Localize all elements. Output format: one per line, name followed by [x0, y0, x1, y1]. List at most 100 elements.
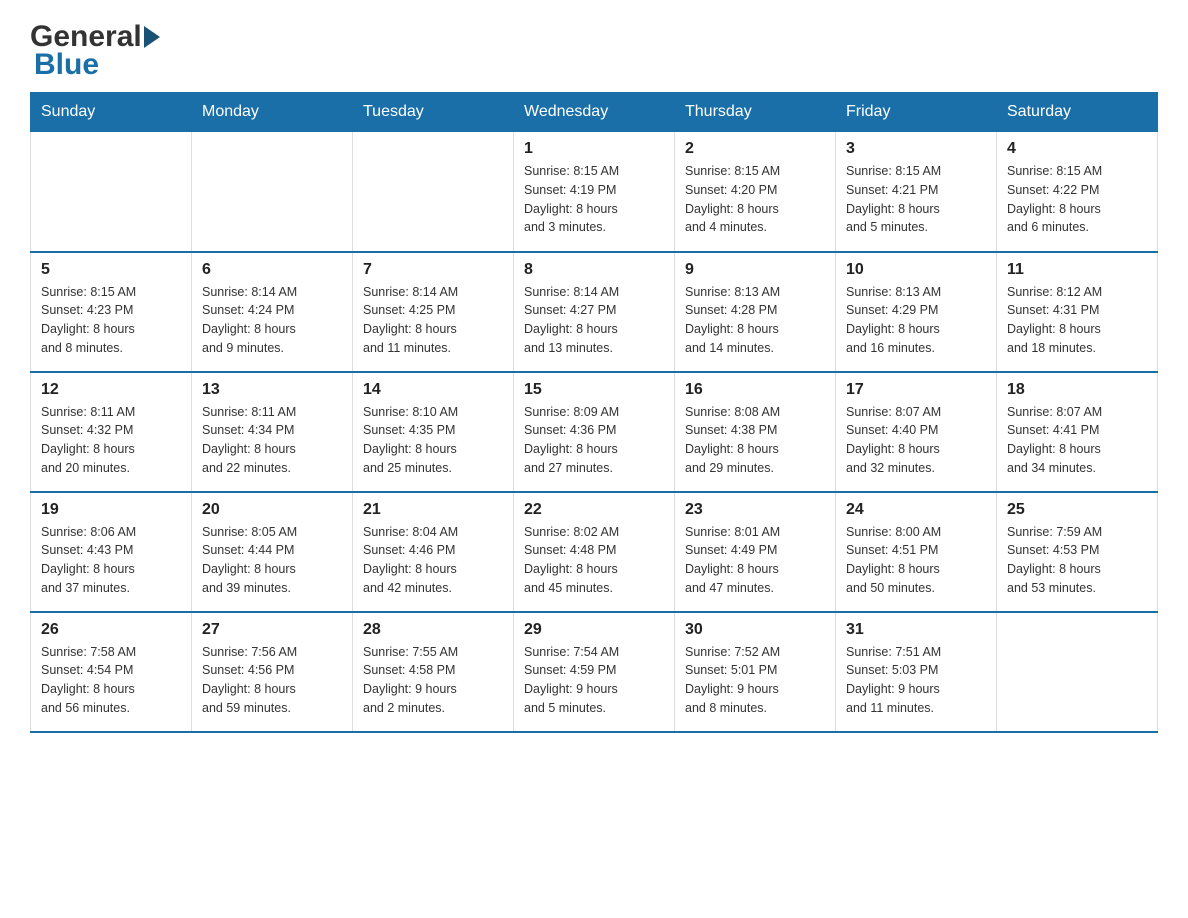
weekday-header-sunday: Sunday: [31, 93, 192, 132]
calendar-week-row: 26Sunrise: 7:58 AM Sunset: 4:54 PM Dayli…: [31, 612, 1158, 732]
day-number: 9: [685, 261, 825, 279]
calendar-cell: 12Sunrise: 8:11 AM Sunset: 4:32 PM Dayli…: [31, 372, 192, 492]
day-number: 22: [524, 501, 664, 519]
calendar-cell: 24 Sunrise: 8:00 AM Sunset: 4:51 PM Dayli…: [836, 492, 997, 612]
day-info: Sunrise: 8:15 AM Sunset: 4:19 PM Dayligh…: [524, 162, 664, 237]
day-number: 1: [524, 140, 664, 158]
calendar-cell: 26Sunrise: 7:58 AM Sunset: 4:54 PM Dayli…: [31, 612, 192, 732]
day-info: Sunrise: 8:02 AM Sunset: 4:48 PM Dayligh…: [524, 523, 664, 598]
day-info: Sunrise: 8:11 AM Sunset: 4:34 PM Dayligh…: [202, 403, 342, 478]
calendar-cell: [353, 132, 514, 252]
calendar-week-row: 1 Sunrise: 8:15 AM Sunset: 4:19 PM Daylig…: [31, 132, 1158, 252]
day-number: 17: [846, 381, 986, 399]
day-number: 15: [524, 381, 664, 399]
day-number: 7: [363, 261, 503, 279]
calendar-cell: 10 Sunrise: 8:13 AM Sunset: 4:29 PM Dayli…: [836, 252, 997, 372]
calendar-cell: 11 Sunrise: 8:12 AM Sunset: 4:31 PM Dayli…: [997, 252, 1158, 372]
calendar-cell: [31, 132, 192, 252]
day-info: Sunrise: 8:14 AM Sunset: 4:24 PM Dayligh…: [202, 283, 342, 358]
calendar-cell: 4 Sunrise: 8:15 AM Sunset: 4:22 PM Daylig…: [997, 132, 1158, 252]
day-info: Sunrise: 8:06 AM Sunset: 4:43 PM Dayligh…: [41, 523, 181, 598]
day-info: Sunrise: 8:15 AM Sunset: 4:23 PM Dayligh…: [41, 283, 181, 358]
day-number: 25: [1007, 501, 1147, 519]
day-number: 14: [363, 381, 503, 399]
calendar-cell: 20 Sunrise: 8:05 AM Sunset: 4:44 PM Dayli…: [192, 492, 353, 612]
calendar-cell: 6Sunrise: 8:14 AM Sunset: 4:24 PM Daylig…: [192, 252, 353, 372]
day-info: Sunrise: 8:15 AM Sunset: 4:20 PM Dayligh…: [685, 162, 825, 237]
weekday-header-friday: Friday: [836, 93, 997, 132]
calendar-cell: 18 Sunrise: 8:07 AM Sunset: 4:41 PM Dayli…: [997, 372, 1158, 492]
day-number: 3: [846, 140, 986, 158]
day-number: 18: [1007, 381, 1147, 399]
calendar-cell: 2 Sunrise: 8:15 AM Sunset: 4:20 PM Daylig…: [675, 132, 836, 252]
calendar-cell: 31Sunrise: 7:51 AM Sunset: 5:03 PM Dayli…: [836, 612, 997, 732]
calendar-cell: [997, 612, 1158, 732]
day-info: Sunrise: 8:15 AM Sunset: 4:21 PM Dayligh…: [846, 162, 986, 237]
calendar-cell: 9 Sunrise: 8:13 AM Sunset: 4:28 PM Daylig…: [675, 252, 836, 372]
calendar-cell: 16Sunrise: 8:08 AM Sunset: 4:38 PM Dayli…: [675, 372, 836, 492]
calendar-week-row: 12Sunrise: 8:11 AM Sunset: 4:32 PM Dayli…: [31, 372, 1158, 492]
weekday-header-tuesday: Tuesday: [353, 93, 514, 132]
day-number: 20: [202, 501, 342, 519]
day-info: Sunrise: 8:13 AM Sunset: 4:28 PM Dayligh…: [685, 283, 825, 358]
logo: General Blue: [30, 20, 162, 82]
calendar-cell: 3 Sunrise: 8:15 AM Sunset: 4:21 PM Daylig…: [836, 132, 997, 252]
day-number: 4: [1007, 140, 1147, 158]
calendar-cell: 13 Sunrise: 8:11 AM Sunset: 4:34 PM Dayli…: [192, 372, 353, 492]
calendar-table: SundayMondayTuesdayWednesdayThursdayFrid…: [30, 92, 1158, 733]
day-number: 8: [524, 261, 664, 279]
calendar-cell: 7 Sunrise: 8:14 AM Sunset: 4:25 PM Daylig…: [353, 252, 514, 372]
day-number: 2: [685, 140, 825, 158]
day-info: Sunrise: 7:56 AM Sunset: 4:56 PM Dayligh…: [202, 643, 342, 718]
day-number: 19: [41, 501, 181, 519]
calendar-cell: 17Sunrise: 8:07 AM Sunset: 4:40 PM Dayli…: [836, 372, 997, 492]
day-info: Sunrise: 7:55 AM Sunset: 4:58 PM Dayligh…: [363, 643, 503, 718]
day-number: 12: [41, 381, 181, 399]
day-info: Sunrise: 8:08 AM Sunset: 4:38 PM Dayligh…: [685, 403, 825, 478]
day-number: 28: [363, 621, 503, 639]
day-info: Sunrise: 8:00 AM Sunset: 4:51 PM Dayligh…: [846, 523, 986, 598]
day-info: Sunrise: 7:58 AM Sunset: 4:54 PM Dayligh…: [41, 643, 181, 718]
day-number: 27: [202, 621, 342, 639]
day-info: Sunrise: 8:12 AM Sunset: 4:31 PM Dayligh…: [1007, 283, 1147, 358]
day-number: 13: [202, 381, 342, 399]
page-header: General Blue: [30, 20, 1158, 82]
logo-blue-text: Blue: [34, 48, 99, 81]
day-info: Sunrise: 8:13 AM Sunset: 4:29 PM Dayligh…: [846, 283, 986, 358]
day-number: 29: [524, 621, 664, 639]
logo-blue-line: Blue: [34, 48, 99, 82]
day-number: 24: [846, 501, 986, 519]
day-number: 11: [1007, 261, 1147, 279]
weekday-header-saturday: Saturday: [997, 93, 1158, 132]
day-number: 31: [846, 621, 986, 639]
calendar-cell: 1 Sunrise: 8:15 AM Sunset: 4:19 PM Daylig…: [514, 132, 675, 252]
weekday-header-row: SundayMondayTuesdayWednesdayThursdayFrid…: [31, 93, 1158, 132]
day-info: Sunrise: 8:09 AM Sunset: 4:36 PM Dayligh…: [524, 403, 664, 478]
day-info: Sunrise: 8:14 AM Sunset: 4:25 PM Dayligh…: [363, 283, 503, 358]
calendar-cell: 29 Sunrise: 7:54 AM Sunset: 4:59 PM Dayli…: [514, 612, 675, 732]
day-info: Sunrise: 8:01 AM Sunset: 4:49 PM Dayligh…: [685, 523, 825, 598]
day-info: Sunrise: 8:05 AM Sunset: 4:44 PM Dayligh…: [202, 523, 342, 598]
calendar-cell: 27 Sunrise: 7:56 AM Sunset: 4:56 PM Dayli…: [192, 612, 353, 732]
day-info: Sunrise: 8:07 AM Sunset: 4:41 PM Dayligh…: [1007, 403, 1147, 478]
day-info: Sunrise: 8:10 AM Sunset: 4:35 PM Dayligh…: [363, 403, 503, 478]
calendar-cell: 23Sunrise: 8:01 AM Sunset: 4:49 PM Dayli…: [675, 492, 836, 612]
day-info: Sunrise: 7:59 AM Sunset: 4:53 PM Dayligh…: [1007, 523, 1147, 598]
calendar-cell: 22 Sunrise: 8:02 AM Sunset: 4:48 PM Dayli…: [514, 492, 675, 612]
calendar-cell: [192, 132, 353, 252]
day-number: 30: [685, 621, 825, 639]
weekday-header-wednesday: Wednesday: [514, 93, 675, 132]
calendar-cell: 19 Sunrise: 8:06 AM Sunset: 4:43 PM Dayli…: [31, 492, 192, 612]
calendar-week-row: 19 Sunrise: 8:06 AM Sunset: 4:43 PM Dayli…: [31, 492, 1158, 612]
calendar-cell: 5Sunrise: 8:15 AM Sunset: 4:23 PM Daylig…: [31, 252, 192, 372]
calendar-cell: 8 Sunrise: 8:14 AM Sunset: 4:27 PM Daylig…: [514, 252, 675, 372]
day-info: Sunrise: 8:15 AM Sunset: 4:22 PM Dayligh…: [1007, 162, 1147, 237]
calendar-cell: 15 Sunrise: 8:09 AM Sunset: 4:36 PM Dayli…: [514, 372, 675, 492]
calendar-cell: 28 Sunrise: 7:55 AM Sunset: 4:58 PM Dayli…: [353, 612, 514, 732]
calendar-cell: 14 Sunrise: 8:10 AM Sunset: 4:35 PM Dayli…: [353, 372, 514, 492]
day-number: 10: [846, 261, 986, 279]
weekday-header-monday: Monday: [192, 93, 353, 132]
day-info: Sunrise: 7:52 AM Sunset: 5:01 PM Dayligh…: [685, 643, 825, 718]
day-info: Sunrise: 8:14 AM Sunset: 4:27 PM Dayligh…: [524, 283, 664, 358]
day-info: Sunrise: 7:54 AM Sunset: 4:59 PM Dayligh…: [524, 643, 664, 718]
